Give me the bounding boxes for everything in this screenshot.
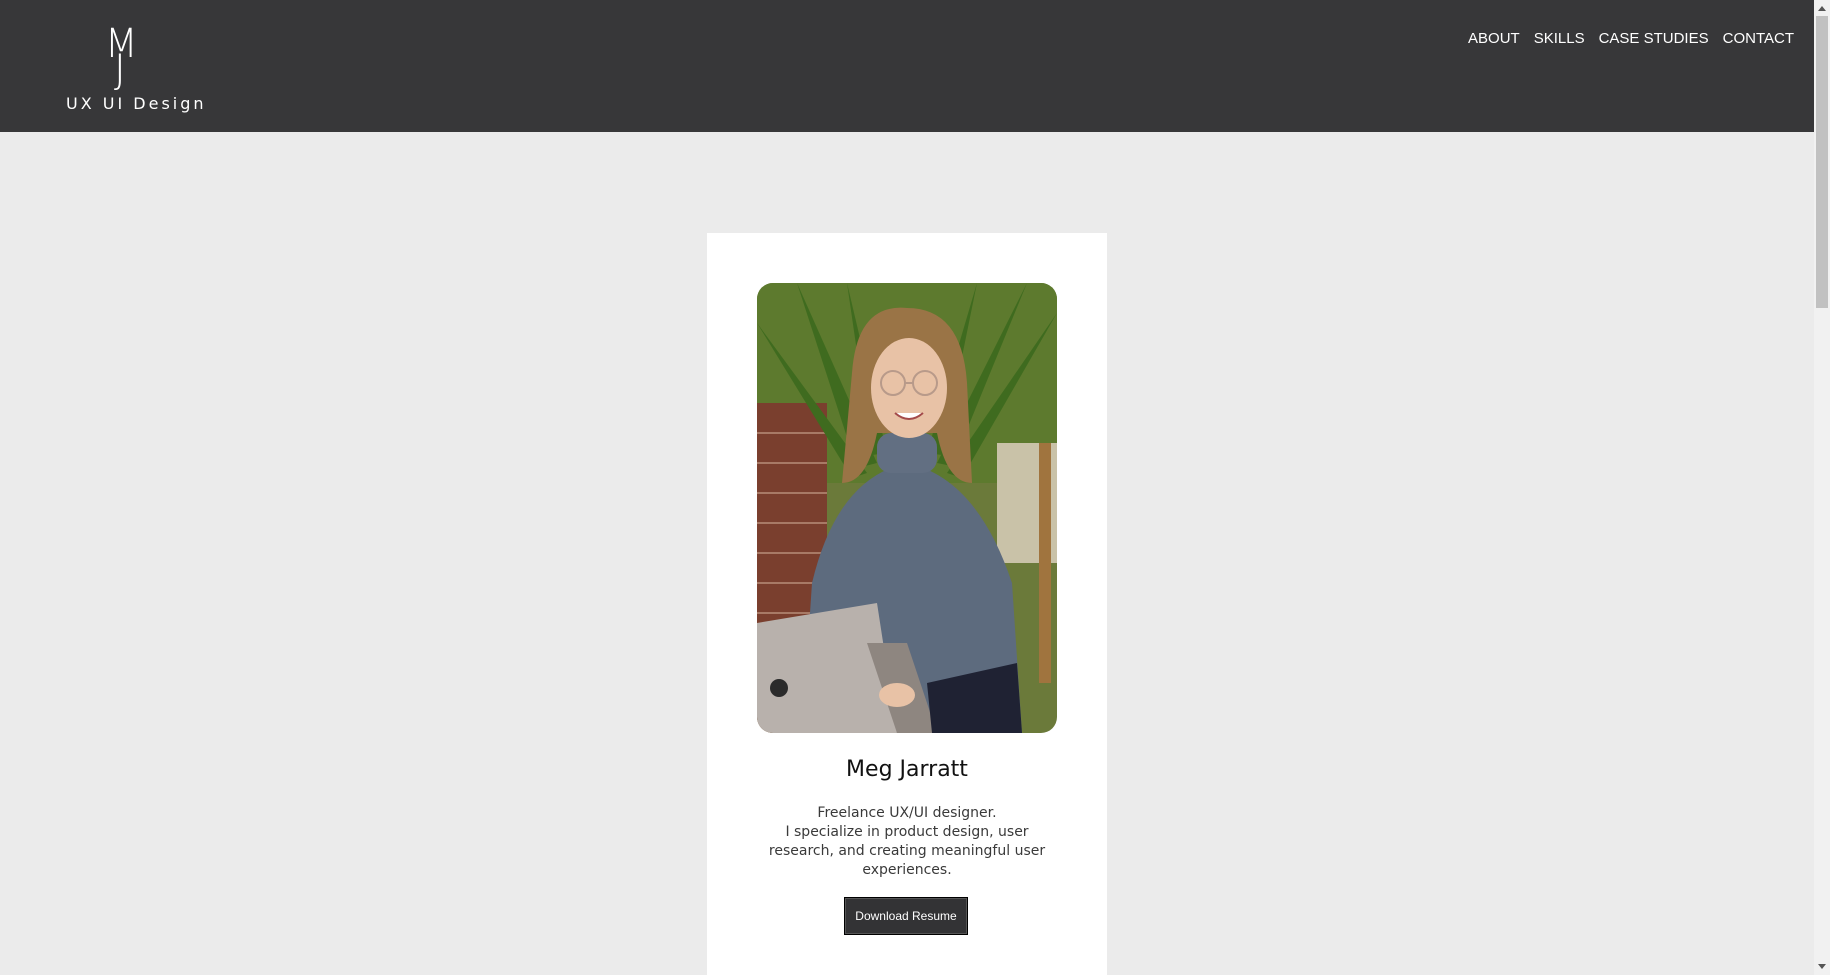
logo-text: UX UI Design bbox=[66, 94, 207, 113]
profile-card: Meg Jarratt Freelance UX/UI designer. I … bbox=[707, 233, 1107, 975]
vertical-scrollbar[interactable] bbox=[1814, 0, 1830, 975]
logo-monogram: M J bbox=[64, 20, 208, 90]
nav-skills[interactable]: SKILLS bbox=[1534, 30, 1585, 47]
scroll-up-arrow-icon[interactable] bbox=[1814, 0, 1830, 16]
scrollbar-thumb[interactable] bbox=[1816, 16, 1828, 308]
profile-photo bbox=[757, 283, 1057, 733]
profile-name: Meg Jarratt bbox=[846, 757, 968, 782]
page: M J UX UI Design ABOUT SKILLS CASE STUDI… bbox=[0, 0, 1830, 975]
main-nav: ABOUT SKILLS CASE STUDIES CONTACT bbox=[1468, 30, 1794, 47]
nav-about[interactable]: ABOUT bbox=[1468, 30, 1520, 47]
site-logo[interactable]: M J UX UI Design bbox=[64, 20, 208, 120]
bio-line: research, and creating meaningful user bbox=[768, 843, 1046, 859]
bio-line: experiences. bbox=[862, 862, 952, 878]
profile-bio: Freelance UX/UI designer. I specialize i… bbox=[762, 804, 1052, 880]
nav-case-studies[interactable]: CASE STUDIES bbox=[1599, 30, 1709, 47]
bio-line: I specialize in product design, user bbox=[785, 824, 1029, 840]
logo-letter-j: J bbox=[114, 47, 126, 93]
bio-line: Freelance UX/UI designer. bbox=[817, 805, 997, 821]
download-resume-button[interactable]: Download Resume bbox=[844, 897, 968, 935]
profile-photo-illustration bbox=[757, 283, 1057, 733]
scroll-down-arrow-icon[interactable] bbox=[1814, 959, 1830, 975]
nav-contact[interactable]: CONTACT bbox=[1723, 30, 1794, 47]
site-header: M J UX UI Design ABOUT SKILLS CASE STUDI… bbox=[0, 0, 1814, 132]
